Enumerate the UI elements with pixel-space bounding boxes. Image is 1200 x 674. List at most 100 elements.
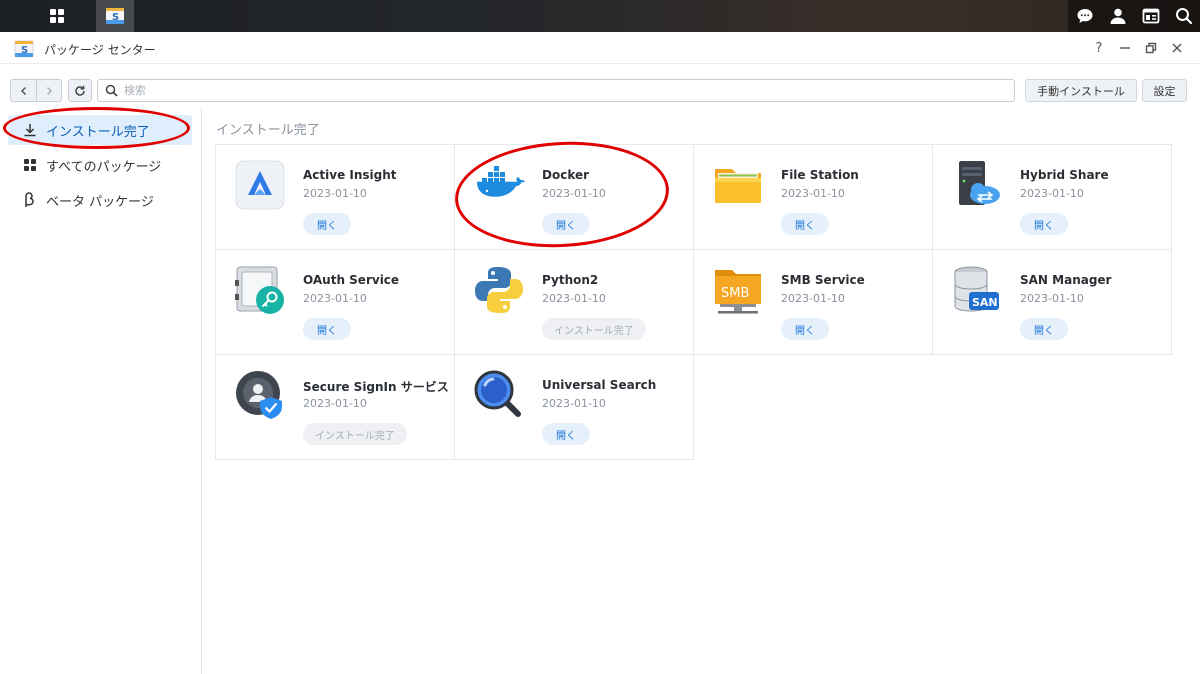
search-icon xyxy=(105,84,118,97)
sidebar-item-label: インストール完了 xyxy=(46,124,150,140)
restore-icon xyxy=(1145,42,1157,54)
package-date: 2023-01-10 xyxy=(542,187,606,200)
open-button[interactable]: 開く xyxy=(303,213,351,235)
notifications-button[interactable] xyxy=(1068,0,1101,32)
package-date: 2023-01-10 xyxy=(542,292,606,305)
window-titlebar: S パッケージ センター ? xyxy=(0,32,1200,64)
window-controls: ? xyxy=(1086,38,1190,58)
package-date: 2023-01-10 xyxy=(542,397,606,410)
smb-folder-icon: SMB xyxy=(715,270,761,314)
forward-button[interactable] xyxy=(36,80,61,101)
package-card-universal-search[interactable]: Universal Search 2023-01-10 開く xyxy=(454,354,694,460)
search-input[interactable] xyxy=(124,82,1004,99)
main-menu-button[interactable] xyxy=(38,0,76,32)
close-icon xyxy=(1172,43,1182,53)
dsm-taskbar: S xyxy=(0,0,1200,32)
san-database-icon: SAN xyxy=(954,266,999,312)
package-card-smb-service[interactable]: SMB SMB Service 2023-01-10 開く xyxy=(693,249,933,355)
taskbar-package-center-button[interactable]: S xyxy=(96,0,134,32)
package-card-san-manager[interactable]: SAN SAN Manager 2023-01-10 開く xyxy=(932,249,1172,355)
open-button[interactable]: 開く xyxy=(1020,213,1068,235)
help-button[interactable]: ? xyxy=(1086,38,1112,58)
refresh-icon xyxy=(75,85,85,96)
hybrid-share-icon xyxy=(959,161,1000,205)
open-button[interactable]: 開く xyxy=(1020,318,1068,340)
magnifier-icon xyxy=(474,370,521,417)
python-icon xyxy=(475,267,523,313)
active-insight-icon xyxy=(235,160,285,210)
package-name: Hybrid Share xyxy=(1020,168,1109,182)
open-button[interactable]: 開く xyxy=(781,213,829,235)
user-icon xyxy=(1110,8,1125,24)
manual-install-button[interactable]: 手動インストール xyxy=(1025,79,1137,102)
package-date: 2023-01-10 xyxy=(303,187,367,200)
package-name: Secure SignIn サービス xyxy=(303,380,449,394)
package-card-docker[interactable]: Docker 2023-01-10 開く xyxy=(454,144,694,250)
san-icon-label: SAN xyxy=(972,296,998,309)
chevron-left-icon xyxy=(20,86,26,95)
sidebar-item-all-packages[interactable]: すべてのパッケージ xyxy=(8,150,192,180)
refresh-button[interactable] xyxy=(68,79,92,102)
open-button[interactable]: 開く xyxy=(542,423,590,445)
docker-icon xyxy=(477,166,525,197)
package-name: Universal Search xyxy=(542,378,657,392)
package-card-oauth-service[interactable]: OAuth Service 2023-01-10 開く xyxy=(215,249,455,355)
package-date: 2023-01-10 xyxy=(303,292,367,305)
user-button[interactable] xyxy=(1101,0,1134,32)
package-name: SMB Service xyxy=(781,273,865,287)
widgets-icon xyxy=(1142,8,1159,24)
open-button[interactable]: 開く xyxy=(542,213,590,235)
back-button[interactable] xyxy=(11,80,36,101)
beta-icon xyxy=(22,192,38,208)
search-box xyxy=(97,79,1015,102)
close-button[interactable] xyxy=(1164,38,1190,58)
sidebar-item-beta[interactable]: ベータ パッケージ xyxy=(8,185,192,215)
package-name: SAN Manager xyxy=(1020,273,1112,287)
help-label: ? xyxy=(1095,40,1103,56)
package-name: Active Insight xyxy=(303,168,397,182)
minimize-button[interactable] xyxy=(1112,38,1138,58)
window-title: パッケージ センター xyxy=(44,43,156,57)
package-date: 2023-01-10 xyxy=(781,292,845,305)
sidebar: インストール完了 すべてのパッケージ ベータ パッケージ xyxy=(0,108,202,674)
package-card-hybrid-share[interactable]: Hybrid Share 2023-01-10 開く xyxy=(932,144,1172,250)
svg-text:S: S xyxy=(112,12,119,23)
package-date: 2023-01-10 xyxy=(781,187,845,200)
taskbar-tray xyxy=(1068,0,1200,32)
installed-status-button: インストール完了 xyxy=(542,318,646,340)
folder-icon xyxy=(715,169,761,203)
package-name: File Station xyxy=(781,168,859,182)
smb-icon-label: SMB xyxy=(721,286,749,301)
secure-signin-icon xyxy=(236,371,282,419)
history-nav xyxy=(10,79,62,102)
package-date: 2023-01-10 xyxy=(303,397,367,410)
package-name: OAuth Service xyxy=(303,273,400,287)
section-title: インストール完了 xyxy=(216,123,320,138)
package-card-file-station[interactable]: File Station 2023-01-10 開く xyxy=(693,144,933,250)
widgets-button[interactable] xyxy=(1134,0,1167,32)
open-button[interactable]: 開く xyxy=(303,318,351,340)
package-name: Python2 xyxy=(542,273,599,287)
search-icon xyxy=(1175,8,1192,25)
package-center-icon: S xyxy=(106,8,124,24)
svg-text:S: S xyxy=(21,45,28,56)
sidebar-item-installed[interactable]: インストール完了 xyxy=(8,115,192,145)
download-icon xyxy=(22,122,38,138)
chat-bubble-icon xyxy=(1077,9,1092,23)
restore-button[interactable] xyxy=(1138,38,1164,58)
sidebar-item-label: ベータ パッケージ xyxy=(46,194,154,210)
package-card-secure-signin[interactable]: Secure SignIn サービス 2023-01-10 インストール完了 xyxy=(215,354,455,460)
package-name: Docker xyxy=(542,168,590,182)
installed-status-button: インストール完了 xyxy=(303,423,407,445)
oauth-safe-icon xyxy=(235,266,284,314)
chevron-right-icon xyxy=(46,86,53,95)
package-card-python2[interactable]: Python2 2023-01-10 インストール完了 xyxy=(454,249,694,355)
sidebar-item-label: すべてのパッケージ xyxy=(46,159,162,175)
open-button[interactable]: 開く xyxy=(781,318,829,340)
minimize-icon xyxy=(1120,47,1130,49)
global-search-button[interactable] xyxy=(1167,0,1200,32)
package-date: 2023-01-10 xyxy=(1020,187,1084,200)
package-center-logo-icon: S xyxy=(14,40,34,58)
settings-button[interactable]: 設定 xyxy=(1142,79,1187,102)
package-card-active-insight[interactable]: Active Insight 2023-01-10 開く xyxy=(215,144,455,250)
